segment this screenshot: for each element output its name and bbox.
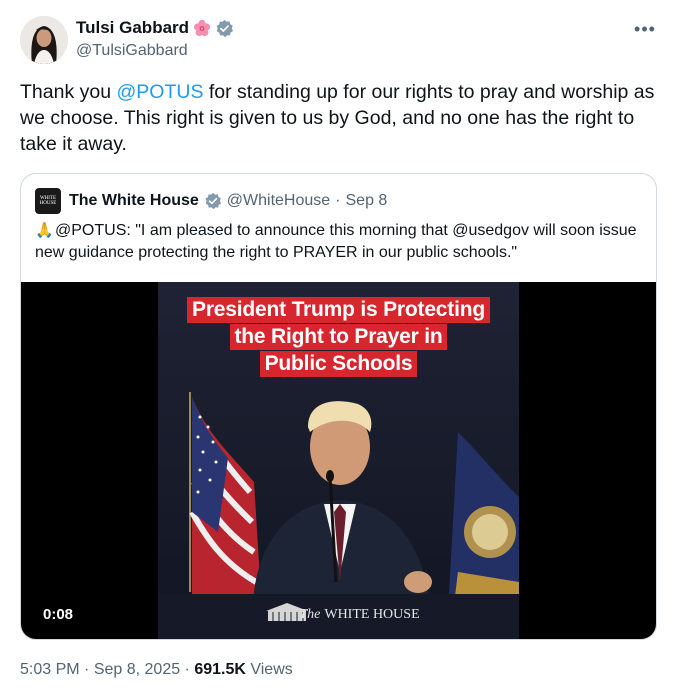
presidential-flag-icon (448, 432, 519, 612)
post-time[interactable]: 5:03 PM (20, 661, 80, 678)
author-handle[interactable]: @TulsiGabbard (76, 42, 188, 60)
logo-name: WHITE HOUSE (324, 607, 420, 622)
avatar[interactable] (20, 16, 68, 64)
quoted-tweet-card[interactable]: WHITE HOUSE The White House @WhiteHouse … (20, 173, 657, 640)
verified-badge-icon (205, 192, 221, 210)
more-options-icon: ••• (634, 19, 656, 39)
quoted-date[interactable]: Sep 8 (346, 192, 388, 210)
praying-hands-icon: 🙏 (35, 222, 54, 239)
post-date[interactable]: Sep 8, 2025 (94, 661, 180, 678)
footer-separator-2: · (180, 661, 195, 678)
author-name-row: Tulsi Gabbard (76, 18, 234, 38)
american-flag-icon (189, 392, 262, 612)
headline-line-3: Public Schools (259, 351, 418, 377)
quoted-author-name[interactable]: The White House (69, 192, 199, 210)
more-options-button[interactable]: ••• (634, 18, 656, 40)
views-label: Views (245, 661, 293, 678)
tweet-text: Thank you @POTUS for standing up for our… (20, 79, 660, 157)
author-name[interactable]: Tulsi Gabbard (76, 18, 189, 38)
video-duration: 0:08 (43, 606, 74, 623)
quoted-tweet-text: 🙏@POTUS: "I am pleased to announce this … (35, 220, 645, 264)
quoted-text-body: @POTUS: "I am pleased to announce this m… (35, 222, 637, 261)
tweet: Tulsi Gabbard @TulsiGabbard ••• Thank yo… (0, 0, 676, 698)
video-player[interactable]: President Trump is Protecting the Right … (21, 282, 656, 639)
white-house-logo: The WHITE HOUSE (158, 607, 519, 623)
avatar-portrait-icon (20, 16, 68, 64)
white-house-logo-text: The WHITE HOUSE (299, 607, 419, 623)
mention-link[interactable]: @POTUS (116, 81, 203, 103)
avatar-text-line-2: HOUSE (39, 201, 57, 206)
tweet-text-start: Thank you (20, 81, 117, 103)
speaker-figure (253, 401, 432, 602)
logo-prefix: The (299, 607, 321, 622)
headline-line-1: President Trump is Protecting (187, 297, 490, 323)
video-frame: President Trump is Protecting the Right … (158, 282, 519, 639)
quoted-tweet-header: WHITE HOUSE The White House @WhiteHouse … (35, 188, 387, 214)
verified-badge-icon[interactable] (215, 19, 234, 38)
footer-separator-1: · (79, 661, 94, 678)
white-house-avatar[interactable]: WHITE HOUSE (35, 188, 61, 214)
video-headline: President Trump is Protecting the Right … (158, 297, 519, 378)
views-count: 691.5K (194, 661, 246, 678)
separator-dot: · (335, 192, 341, 209)
headline-line-2: the Right to Prayer in (229, 324, 448, 350)
quoted-author-handle[interactable]: @WhiteHouse (227, 192, 330, 210)
hibiscus-flower-icon (193, 19, 211, 37)
tweet-footer: 5:03 PM · Sep 8, 2025 · 691.5K Views (20, 661, 293, 679)
